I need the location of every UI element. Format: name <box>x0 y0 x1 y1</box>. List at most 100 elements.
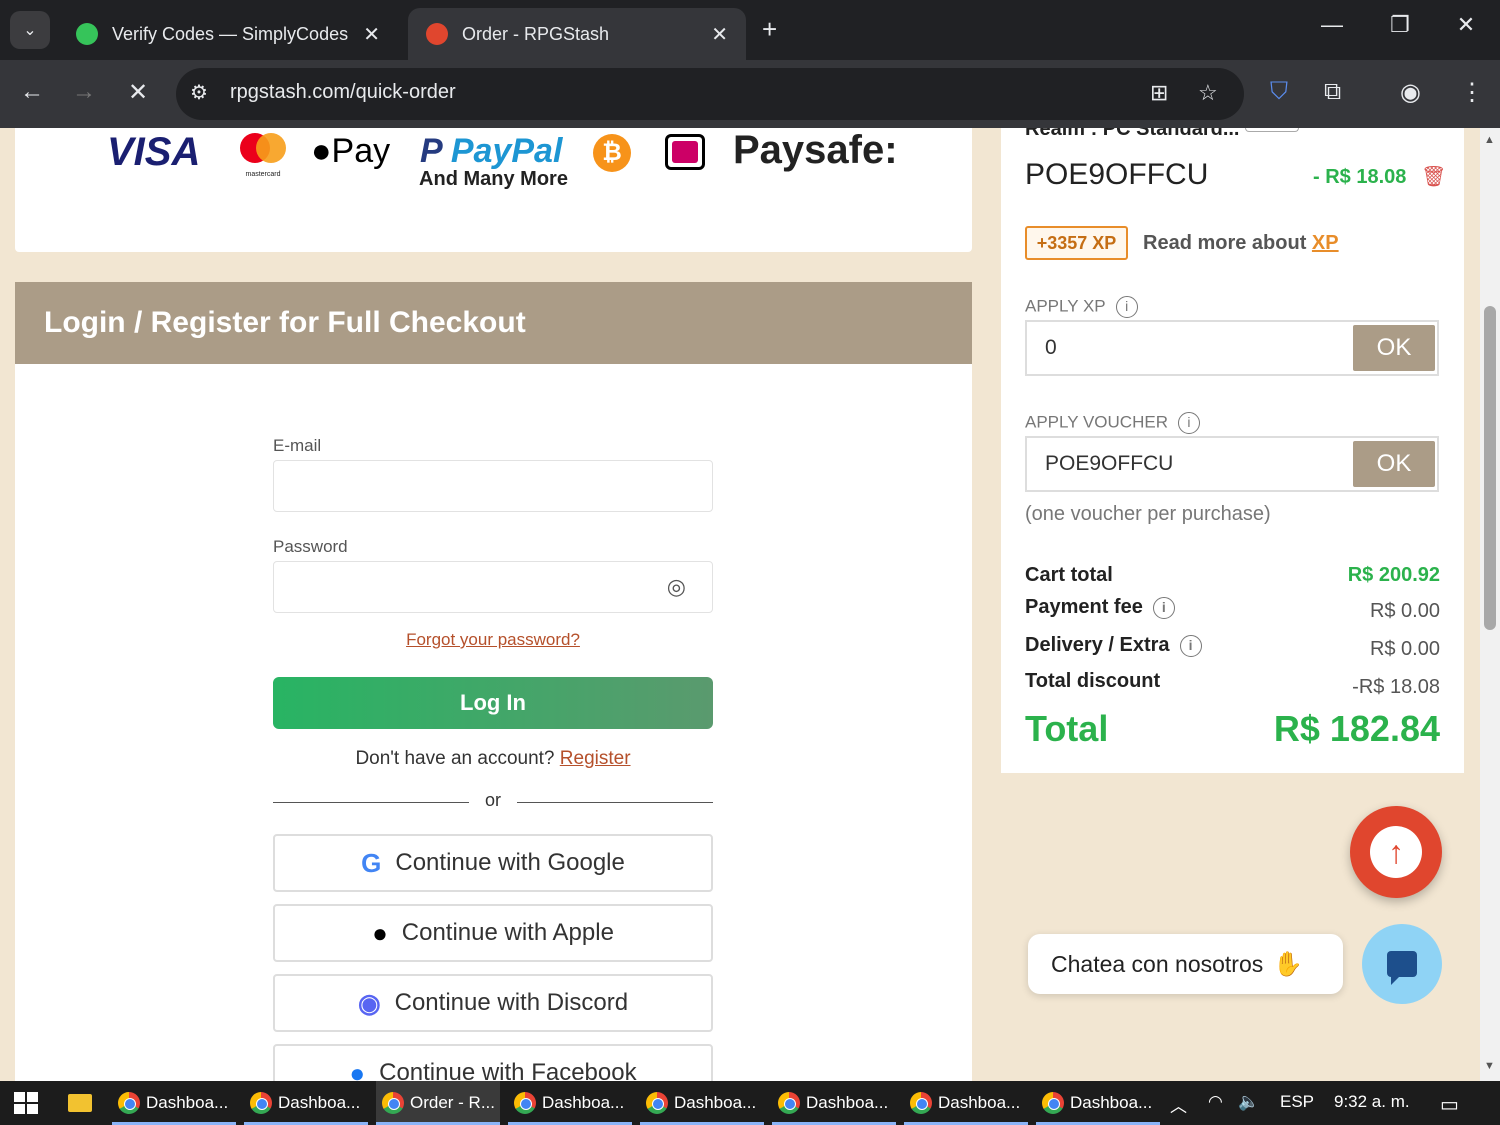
taskbar-item[interactable]: Dashboa... <box>904 1081 1028 1125</box>
chrome-icon <box>778 1092 800 1114</box>
continue-with-apple-button[interactable]: ● Continue with Apple <box>273 904 713 962</box>
tab-rpgstash[interactable]: Order - RPGStash ✕ <box>408 8 746 60</box>
paysafe-logo: Paysafe: <box>733 128 898 172</box>
login-title: Login / Register for Full Checkout <box>44 306 526 339</box>
profile-avatar-icon[interactable]: ◉ <box>1400 78 1421 107</box>
login-button[interactable]: Log In <box>273 677 713 729</box>
divider-line <box>517 802 713 803</box>
delivery-extra-value: R$ 0.00 <box>1369 638 1440 660</box>
payment-fee-value: R$ 0.00 <box>1369 600 1440 622</box>
apply-voucher-ok-button[interactable]: OK <box>1353 441 1435 487</box>
wifi-icon[interactable]: ◠ <box>1208 1092 1223 1112</box>
shield-extension-icon[interactable]: ⛉ <box>1270 78 1288 106</box>
windows-start-icon[interactable] <box>14 1092 38 1114</box>
browser-toolbar: ← → ✕ ⚙ rpgstash.com/quick-order ⊞ ☆ ⛉ ⧉… <box>0 60 1500 128</box>
minimize-icon[interactable]: — <box>1312 12 1352 38</box>
scroll-down-arrow-icon[interactable]: ▼ <box>1484 1060 1495 1072</box>
volume-icon[interactable]: 🔈 <box>1238 1092 1259 1112</box>
and-many-more-label: And Many More <box>419 168 568 190</box>
continue-with-google-button[interactable]: G Continue with Google <box>273 834 713 892</box>
email-label: E-mail <box>273 436 322 455</box>
page-scrollbar[interactable]: ▲ ▼ <box>1480 128 1500 1081</box>
cart-total-label: Cart total <box>1025 564 1113 586</box>
chrome-icon <box>1042 1092 1064 1114</box>
taskbar-item[interactable]: Dashboa... <box>1036 1081 1160 1125</box>
apple-icon: ● <box>311 132 332 170</box>
translate-icon[interactable]: ⊞ <box>1150 80 1168 106</box>
arrow-up-icon: ↑ <box>1370 826 1422 878</box>
payment-fee-label: Payment fee i <box>1025 596 1175 619</box>
taskbar-item[interactable]: Dashboa... <box>244 1081 368 1125</box>
bookmark-star-icon[interactable]: ☆ <box>1198 80 1218 106</box>
chat-bubble[interactable]: Chatea con nosotros ✋ <box>1028 934 1343 994</box>
url-text: rpgstash.com/quick-order <box>230 81 456 103</box>
forgot-password-link[interactable]: Forgot your password? <box>273 630 713 650</box>
language-indicator[interactable]: ESP <box>1280 1092 1314 1112</box>
order-summary-card: Realm : PC Standard... POE9OFFCU - R$ 18… <box>1001 128 1464 773</box>
site-settings-icon[interactable]: ⚙ <box>190 80 208 105</box>
total-discount-value: -R$ 18.08 <box>1352 676 1440 698</box>
chrome-icon <box>910 1092 932 1114</box>
trash-icon[interactable]: 🗑 <box>1421 164 1446 189</box>
clock[interactable]: 9:32 a. m. <box>1334 1092 1410 1112</box>
scroll-to-top-button[interactable]: ↑ <box>1350 806 1442 898</box>
stop-loading-icon[interactable]: ✕ <box>120 78 156 107</box>
file-explorer-icon[interactable] <box>62 1081 102 1125</box>
scroll-up-arrow-icon[interactable]: ▲ <box>1484 134 1495 146</box>
continue-with-discord-button[interactable]: ◉ Continue with Discord <box>273 974 713 1032</box>
taskbar-item[interactable]: Dashboa... <box>508 1081 632 1125</box>
chat-icon <box>1387 951 1417 985</box>
rpgstash-favicon-icon <box>426 23 448 45</box>
chevron-up-icon[interactable]: ︿ <box>1170 1092 1187 1117</box>
extensions-puzzle-icon[interactable]: ⧉ <box>1324 78 1341 106</box>
tab-simplycodes[interactable]: Verify Codes — SimplyCodes ✕ <box>58 8 398 60</box>
apply-xp-input[interactable]: 0 OK <box>1025 320 1439 376</box>
info-icon[interactable]: i <box>1152 596 1175 619</box>
notification-icon[interactable]: ▭ <box>1440 1092 1459 1117</box>
eye-slash-icon[interactable]: ◎ <box>667 574 686 600</box>
kebab-menu-icon[interactable]: ⋮ <box>1460 78 1484 107</box>
chrome-icon <box>118 1092 140 1114</box>
password-field[interactable]: ◎ <box>273 561 713 613</box>
xp-badge: +3357 XP <box>1025 226 1128 260</box>
address-bar[interactable]: ⚙ rpgstash.com/quick-order ⊞ ☆ <box>176 68 1244 120</box>
taskbar-item[interactable]: Dashboa... <box>772 1081 896 1125</box>
login-register-card: Login / Register for Full Checkout E-mai… <box>15 282 972 1081</box>
total-value: R$ 182.84 <box>1273 708 1440 749</box>
chat-open-button[interactable] <box>1362 924 1442 1004</box>
scrollbar-thumb[interactable] <box>1484 306 1496 630</box>
continue-with-facebook-button[interactable]: ● Continue with Facebook <box>273 1044 713 1081</box>
register-link[interactable]: Register <box>560 748 631 769</box>
apply-voucher-input[interactable]: POE9OFFCU OK <box>1025 436 1439 492</box>
apply-xp-ok-button[interactable]: OK <box>1353 325 1435 371</box>
quantity-box[interactable] <box>1245 128 1299 132</box>
tab-search-button[interactable]: ⌄ <box>10 11 50 49</box>
one-voucher-note: (one voucher per purchase) <box>1025 503 1271 525</box>
discord-icon: ◉ <box>357 987 381 1018</box>
no-account-text: Don't have an account? <box>355 748 555 769</box>
email-field[interactable] <box>273 460 713 512</box>
back-arrow-icon[interactable]: ← <box>14 78 50 106</box>
info-icon[interactable]: i <box>1177 412 1200 434</box>
info-icon[interactable]: i <box>1115 296 1138 318</box>
forward-arrow-icon[interactable]: → <box>66 78 102 106</box>
close-tab-icon[interactable]: ✕ <box>363 22 380 47</box>
new-tab-plus-icon[interactable]: + <box>762 14 777 45</box>
close-tab-icon[interactable]: ✕ <box>711 22 728 47</box>
restore-icon[interactable]: ❐ <box>1380 12 1420 38</box>
cart-total-value: R$ 200.92 <box>1347 564 1440 586</box>
info-icon[interactable]: i <box>1179 634 1202 657</box>
chrome-icon <box>382 1092 404 1114</box>
close-window-icon[interactable]: ✕ <box>1446 12 1486 38</box>
discord-button-label: Continue with Discord <box>394 989 629 1016</box>
taskbar-item[interactable]: Order - R... <box>376 1081 500 1125</box>
chrome-icon <box>646 1092 668 1114</box>
taskbar-item[interactable]: Dashboa... <box>640 1081 764 1125</box>
xp-link[interactable]: XP <box>1312 232 1339 254</box>
bitcoin-icon: ₿ <box>593 134 631 172</box>
or-divider: or <box>273 790 713 814</box>
apple-icon: ● <box>372 917 388 948</box>
taskbar-item[interactable]: Dashboa... <box>112 1081 236 1125</box>
payment-methods-card: VISA mastercard ●Pay P PayPal ₿ Paysafe:… <box>15 128 972 252</box>
apply-xp-label: APPLY XP i <box>1025 296 1138 318</box>
